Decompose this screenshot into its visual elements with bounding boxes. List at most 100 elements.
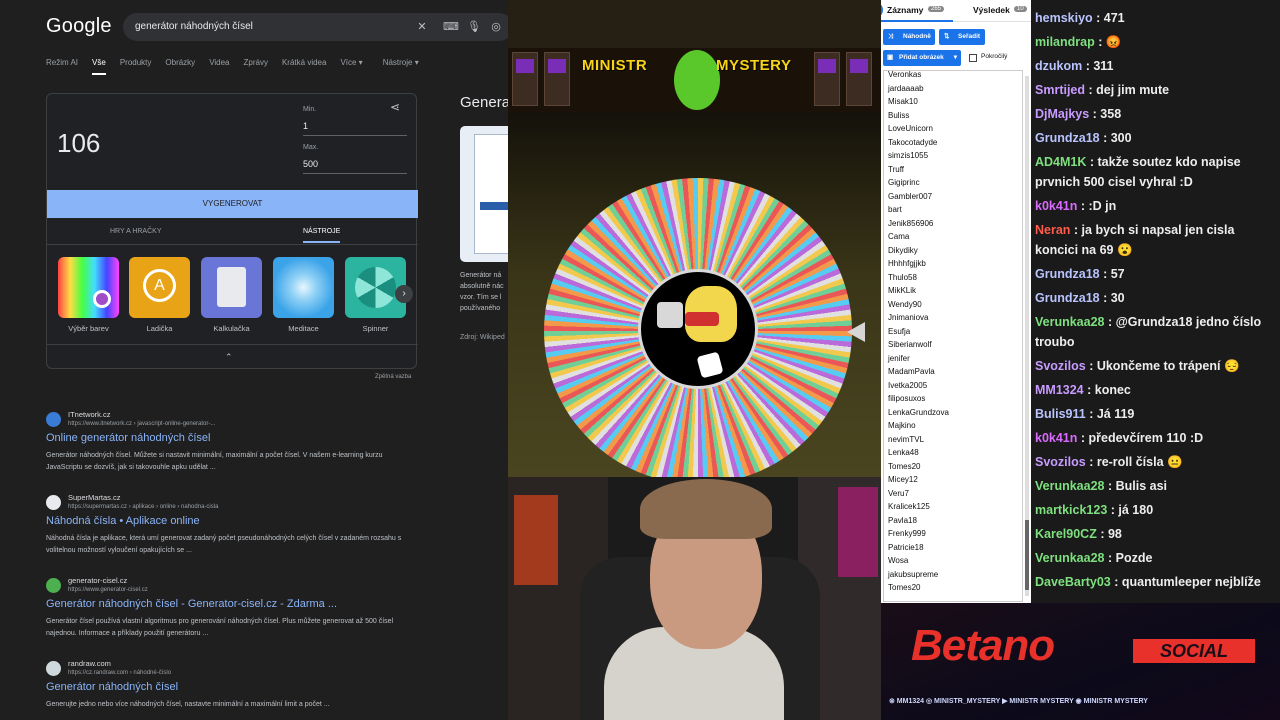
tool-meditation[interactable]: Meditace	[273, 257, 334, 333]
min-label: Min.	[303, 106, 317, 113]
result-title[interactable]: Generátor náhodných čísel - Generator-ci…	[46, 598, 337, 610]
advanced-label: Pokročilý	[981, 53, 1008, 60]
entry-item: MadamPavla	[888, 367, 935, 376]
entry-item: LenkaGrundzova	[888, 407, 949, 417]
entry-item: Wendy90	[888, 299, 922, 309]
tab-images[interactable]: Obrázky	[165, 58, 195, 75]
scrollbar[interactable]	[1025, 76, 1029, 596]
max-field[interactable]: 500	[303, 156, 407, 174]
chat-message: milandrap : 😡	[1035, 32, 1275, 52]
collapse-icon[interactable]: ›	[881, 2, 883, 18]
chat-username[interactable]: k0k41n	[1035, 199, 1077, 213]
tool-calculator[interactable]: Kalkulačka	[201, 257, 262, 333]
chat-text: : quantumleeper nejblíže	[1110, 574, 1261, 589]
chat-username[interactable]: MM1324	[1035, 383, 1084, 397]
chat-username[interactable]: Grundza18	[1035, 267, 1100, 281]
chat-message: Bulis911 : Já 119	[1035, 404, 1275, 424]
chat-text: : konec	[1083, 382, 1131, 397]
chat-message: Verunkaa28 : @Grundza18 jedno číslo trou…	[1035, 312, 1275, 352]
result-url[interactable]: https://supermartas.cz › aplikace › onli…	[68, 504, 218, 510]
entry-item: Ivetka2005	[888, 380, 928, 390]
tab-videos[interactable]: Videa	[209, 58, 229, 75]
tool-color-picker[interactable]: Výběr barev	[58, 257, 119, 333]
chat-username[interactable]: Grundza18	[1035, 291, 1100, 305]
chat-username[interactable]: Verunkaa28	[1035, 479, 1105, 493]
chevron-right-icon[interactable]: ›	[395, 285, 413, 303]
chat-username[interactable]: Grundza18	[1035, 131, 1100, 145]
tab-all[interactable]: Vše	[92, 58, 106, 75]
chevron-up-icon[interactable]: ⌃	[225, 352, 233, 363]
chat-username[interactable]: k0k41n	[1035, 431, 1077, 445]
sponsor-area: Betano SOCIAL ⊗ MM1324 ◎ MINISTR_MYSTERY…	[881, 603, 1280, 720]
add-image-button[interactable]: ▣ Přidat obrázek ▾	[883, 50, 961, 66]
entry-item: Truff	[888, 164, 905, 174]
tab-products[interactable]: Produkty	[120, 58, 152, 75]
result-title[interactable]: Náhodná čísla • Aplikace online	[46, 515, 200, 527]
search-input[interactable]: generátor náhodných čísel ✕ ⌨ 🎙 ◎	[123, 13, 508, 41]
tool-label: Spinner	[362, 324, 389, 333]
itnetwork-favicon	[46, 412, 61, 427]
tab-entries[interactable]: Záznamy	[887, 5, 923, 15]
search-tabs: Režim AI Vše Produkty Obrázky Videa Zprá…	[46, 58, 419, 75]
panel-tabs: › Záznamy 265 Výsledek 10	[881, 0, 1031, 22]
chat-username[interactable]: martkick123	[1035, 503, 1107, 517]
clear-icon[interactable]: ✕	[415, 13, 429, 41]
result-title[interactable]: Online generátor náhodných čísel	[46, 432, 211, 444]
chat-username[interactable]: DjMajkys	[1035, 107, 1089, 121]
tab-more[interactable]: Více ▾	[340, 58, 362, 75]
share-icon[interactable]: ⋖	[390, 100, 400, 114]
chat-text: : já 180	[1107, 502, 1154, 517]
meditation-icon	[273, 257, 334, 318]
scrollbar-thumb[interactable]	[1025, 520, 1029, 590]
shuffle-button[interactable]: ⤨ Náhodně	[883, 29, 935, 45]
result-url[interactable]: https://cz.randraw.com › náhodné-číslo	[68, 670, 171, 676]
chat-username[interactable]: Neran	[1035, 223, 1070, 237]
tool-tuner[interactable]: A Ladička	[129, 257, 190, 333]
sort-button[interactable]: ⇅ Seřadit	[939, 29, 985, 45]
knowledge-image[interactable]	[460, 126, 508, 262]
wheel-area	[508, 112, 881, 484]
tab-ai[interactable]: Režim AI	[46, 58, 78, 75]
tab-short-videos[interactable]: Krátká videa	[282, 58, 326, 75]
lens-icon[interactable]: ◎	[489, 13, 503, 41]
social-handles: ⊗ MM1324 ◎ MINISTR_MYSTERY ▶ MINISTR MYS…	[889, 698, 1148, 705]
min-field[interactable]: 1	[303, 118, 407, 136]
tab-result[interactable]: Výsledek	[973, 5, 1010, 15]
shuffle-label: Náhodně	[903, 33, 931, 40]
shuffle-icon: ⤨	[888, 33, 894, 40]
result-title[interactable]: Generátor náhodných čísel	[46, 681, 178, 693]
tab-tools[interactable]: Nástroje ▾	[383, 58, 419, 75]
chat-username[interactable]: hemskiyo	[1035, 11, 1093, 25]
chat-username[interactable]: Svozilos	[1035, 359, 1086, 373]
chat-username[interactable]: Verunkaa28	[1035, 315, 1105, 329]
sponsor-tag: SOCIAL	[1133, 639, 1255, 663]
chat-username[interactable]: milandrap	[1035, 35, 1095, 49]
result-url[interactable]: https://www.generator-cisel.cz	[68, 587, 148, 593]
generate-button[interactable]: VYGENEROVAT	[47, 190, 418, 218]
advanced-checkbox[interactable]	[969, 54, 977, 62]
tab-news[interactable]: Zprávy	[244, 58, 268, 75]
chat-username[interactable]: DaveBarty03	[1035, 575, 1111, 589]
chat-username[interactable]: Verunkaa28	[1035, 551, 1105, 565]
chat-username[interactable]: Smrtijed	[1035, 83, 1085, 97]
tab-games[interactable]: HRY A HRAČKY	[110, 228, 162, 235]
chat-text: : předevčírem 110 :D	[1077, 430, 1204, 445]
knowledge-source[interactable]: Zdroj: Wikiped	[460, 334, 505, 341]
mic-icon[interactable]: 🎙	[467, 13, 481, 41]
chat-username[interactable]: Karel90CZ	[1035, 527, 1097, 541]
entry-item: MikKLik	[888, 286, 917, 295]
poster	[838, 487, 878, 577]
chat-text: : :D jn	[1077, 198, 1117, 213]
result-url[interactable]: https://www.itnetwork.cz › javascript-on…	[68, 421, 215, 427]
chat-username[interactable]: AD4M1K	[1035, 155, 1086, 169]
tab-widget-tools[interactable]: NÁSTROJE	[303, 228, 341, 243]
entry-item: Patricie18	[888, 542, 924, 552]
keyboard-icon[interactable]: ⌨	[443, 13, 459, 41]
feedback-link[interactable]: Zpětná vazba	[375, 374, 411, 380]
chat-username[interactable]: Svozilos	[1035, 455, 1086, 469]
google-logo[interactable]: Google	[46, 15, 112, 38]
chat-username[interactable]: dzukom	[1035, 59, 1082, 73]
wheel-hub-logo[interactable]	[638, 269, 758, 389]
chat-username[interactable]: Bulis911	[1035, 407, 1086, 421]
chat-text: : Bulis asi	[1104, 478, 1168, 493]
